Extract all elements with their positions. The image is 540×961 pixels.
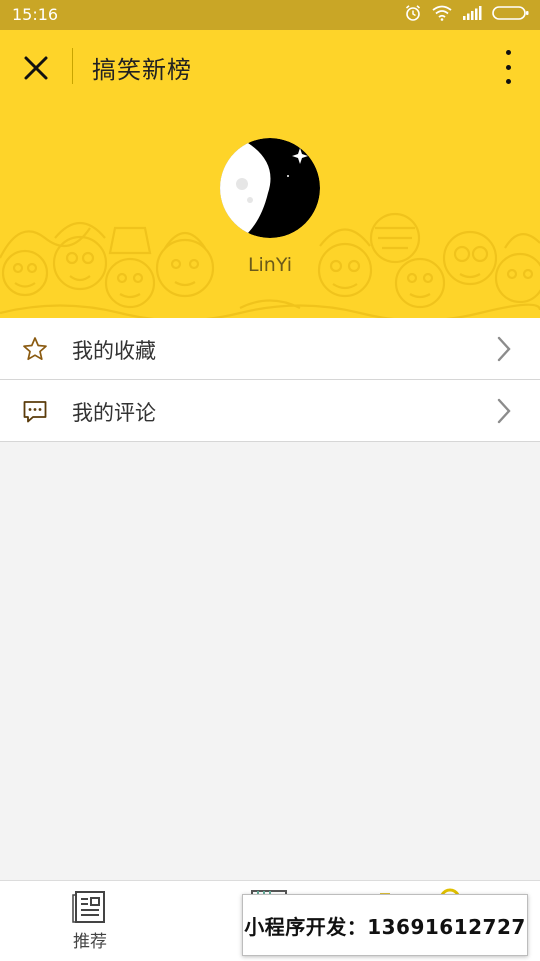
status-icons <box>404 4 530 22</box>
chevron-right-icon <box>497 398 511 424</box>
menu-item-favorites[interactable]: 我的收藏 <box>0 318 540 380</box>
username: LinYi <box>247 254 293 276</box>
page-title: 搞笑新榜 <box>92 56 192 84</box>
profile-header: 搞笑新榜 LinYi <box>0 30 540 318</box>
status-time: 15:16 <box>12 5 59 24</box>
more-vertical-icon <box>505 50 511 55</box>
close-button[interactable] <box>16 48 56 88</box>
tab-recommend[interactable]: 推荐 <box>50 887 130 957</box>
menu-item-comments[interactable]: 我的评论 <box>0 380 540 442</box>
ad-banner[interactable]: 小程序开发：13691612727 <box>242 894 528 956</box>
alarm-icon <box>405 5 421 21</box>
chevron-right-icon <box>497 336 511 362</box>
star-icon <box>23 337 47 361</box>
signal-icon <box>463 6 482 20</box>
menu-item-label: 我的评论 <box>72 401 156 425</box>
comment-icon <box>23 401 47 423</box>
moon-avatar-image <box>220 138 320 238</box>
tab-label: 推荐 <box>73 932 107 952</box>
battery-icon <box>492 6 529 20</box>
news-icon <box>72 891 105 923</box>
more-options-button[interactable] <box>498 50 518 84</box>
title-divider <box>72 48 73 84</box>
status-bar: 15:16 <box>0 0 540 30</box>
profile-menu: 我的收藏 我的评论 <box>0 318 540 442</box>
avatar[interactable] <box>220 138 320 238</box>
ad-banner-text: 小程序开发：13691612727 <box>244 914 526 939</box>
close-icon <box>24 56 48 80</box>
menu-item-label: 我的收藏 <box>72 339 156 363</box>
wifi-icon <box>432 5 452 21</box>
